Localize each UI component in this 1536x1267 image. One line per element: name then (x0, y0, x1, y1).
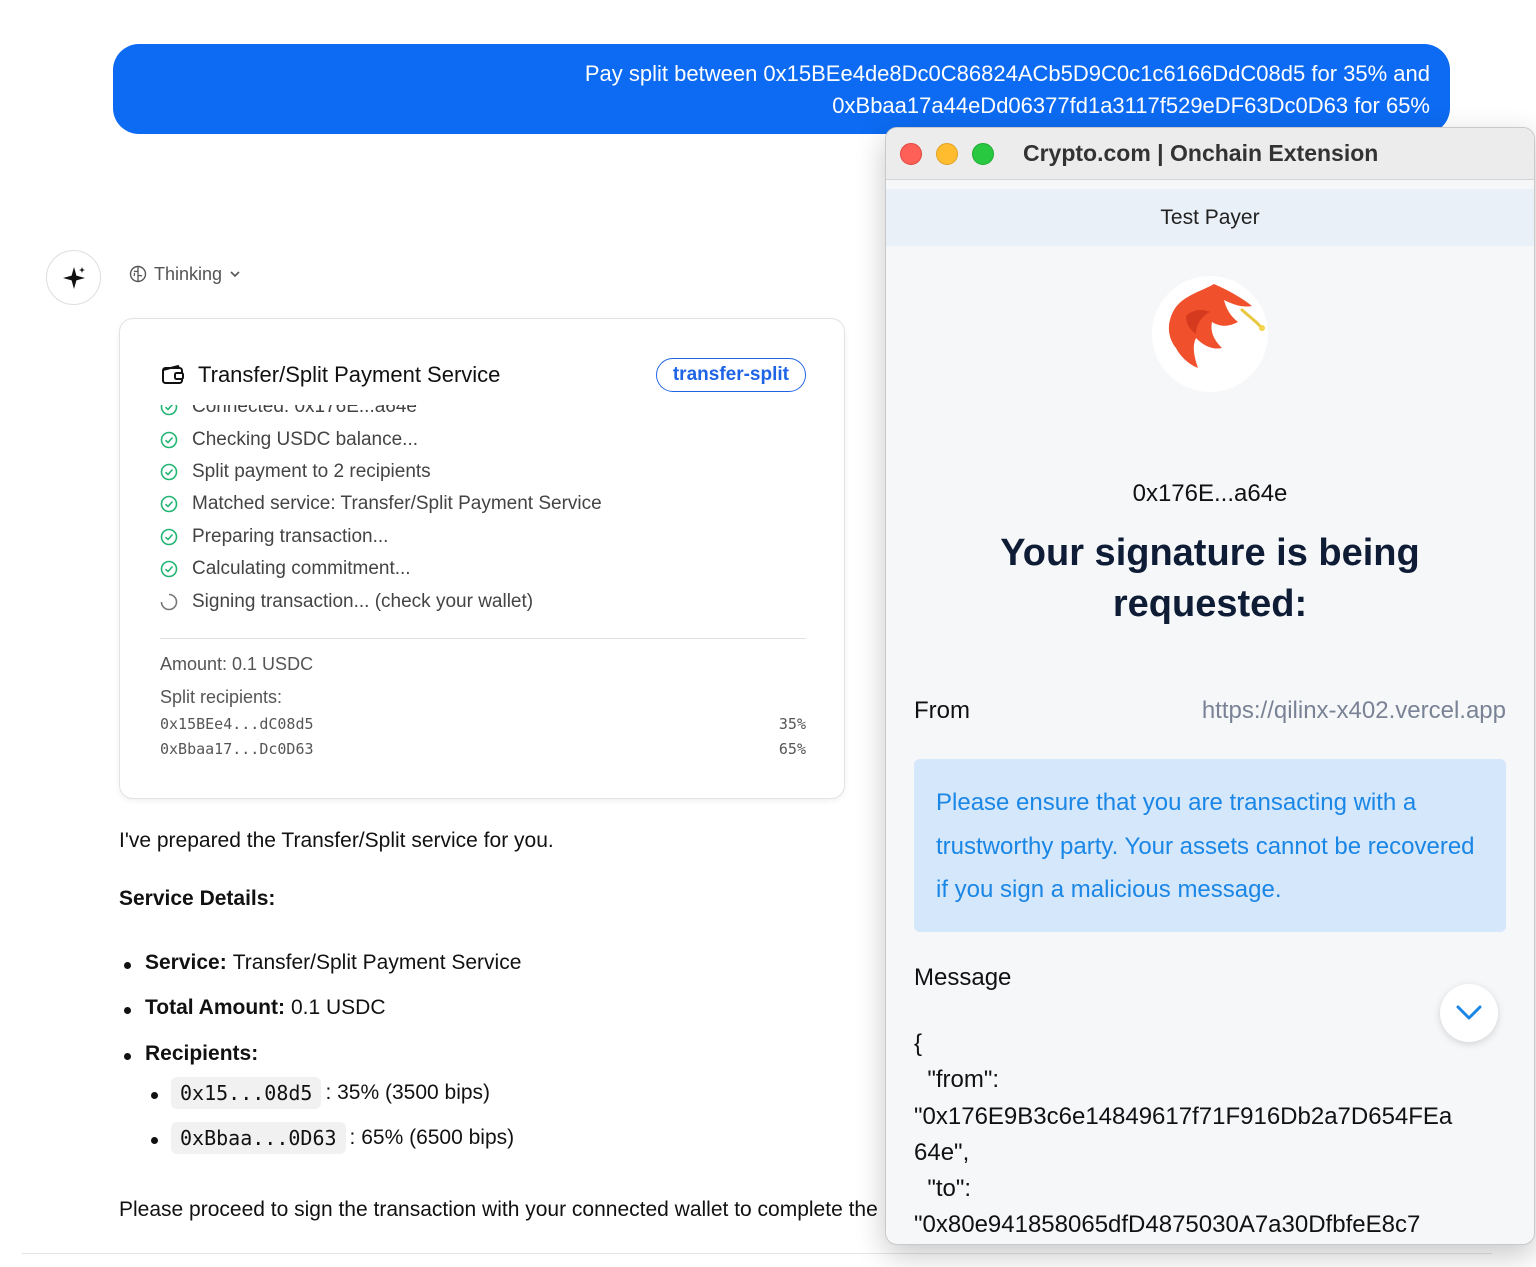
recipient-share: : 35% (3500 bips) (325, 1081, 491, 1104)
user-message-line-1: Pay split between 0x15BEe4de8Dc0C86824AC… (584, 61, 1430, 86)
user-message-line-2: 0xBbaa17a44eDd06377fd1a3117f529eDF63Dc0D… (832, 93, 1430, 118)
step-label: Matched service: Transfer/Split Payment … (192, 493, 602, 515)
step-label: Split payment to 2 recipients (192, 460, 431, 482)
service-card: Transfer/Split Payment Service transfer-… (119, 318, 845, 799)
wallet-address: 0x176E...a64e (1132, 480, 1288, 507)
step-label: Connected: 0x176E...a64e (192, 405, 418, 418)
loading-spinner-icon (160, 593, 178, 611)
total-key: Total Amount: (145, 996, 285, 1019)
bullet-dot (124, 1053, 131, 1060)
window-title: Crypto.com | Onchain Extension (1023, 140, 1379, 166)
total-value: 0.1 USDC (290, 996, 386, 1019)
step-item: Split payment to 2 recipients (160, 456, 808, 488)
check-circle-icon (160, 528, 178, 546)
service-tag-badge: transfer-split (655, 358, 806, 392)
check-circle-icon (160, 560, 178, 578)
recipient-list-item: 0x15...08d5 : 35% (3500 bips) (171, 1077, 490, 1109)
service-bullet: Service: Transfer/Split Payment Service (145, 951, 521, 975)
step-item: Checking USDC balance... (160, 423, 808, 455)
recipients-key: Recipients: (145, 1042, 259, 1065)
from-origin: https://qilinx-x402.vercel.app (1201, 697, 1506, 724)
step-item: Calculating commitment... (160, 553, 808, 585)
split-recipients-label: Split recipients: (160, 687, 283, 707)
service-details-heading: Service Details: (119, 887, 276, 910)
signature-heading: Your signature is being requested: (1000, 532, 1420, 625)
recipient-list-item: 0xBbaa...0D63 : 65% (6500 bips) (171, 1122, 514, 1154)
minimize-window-button[interactable] (936, 143, 958, 165)
bullet-dot (151, 1137, 158, 1144)
recipient-row: 0xBbaa17...Dc0D63 65% (160, 740, 806, 762)
recipient-code: 0xBbaa...0D63 (171, 1122, 346, 1154)
bullet-dot (151, 1092, 158, 1099)
wallet-icon (162, 364, 184, 384)
total-bullet: Total Amount: 0.1 USDC (145, 996, 386, 1020)
user-message-bubble: Pay split between 0x15BEe4de8Dc0C86824AC… (113, 44, 1450, 134)
card-title: Transfer/Split Payment Service (198, 362, 501, 387)
recipients-bullet: Recipients: (145, 1042, 264, 1066)
step-label: Preparing transaction... (192, 525, 389, 547)
assistant-avatar (46, 250, 101, 305)
close-window-button[interactable] (900, 143, 922, 165)
card-divider (160, 638, 806, 639)
chevron-down-icon (1456, 1005, 1482, 1020)
chevron-down-icon (230, 271, 240, 278)
amount-text: Amount: 0.1 USDC (160, 654, 314, 674)
step-item: Signing transaction... (check your walle… (160, 585, 808, 617)
recipient-percent: 65% (778, 740, 806, 758)
response-final: Please proceed to sign the transaction w… (119, 1198, 889, 1221)
recipient-row: 0x15BEe4...dC08d5 35% (160, 715, 806, 737)
step-label: Checking USDC balance... (192, 428, 418, 450)
recipient-code: 0x15...08d5 (171, 1077, 322, 1109)
message-body[interactable]: { "from": "0x176E9B3c6e14849617f71F916Db… (914, 1026, 1514, 1244)
recipient-percent: 35% (778, 715, 806, 733)
brain-icon (129, 265, 147, 283)
dragon-logo-icon (1152, 276, 1268, 392)
step-label: Calculating commitment... (192, 558, 411, 580)
service-key: Service: (145, 951, 227, 974)
maximize-window-button[interactable] (972, 143, 994, 165)
response-intro: I've prepared the Transfer/Split service… (119, 829, 554, 852)
bullet-dot (124, 962, 131, 969)
account-name: Test Payer (1160, 205, 1260, 229)
check-circle-icon (160, 495, 178, 513)
steps-list[interactable]: Connected: 0x176E...a64e Checking USDC ba… (160, 405, 808, 623)
check-circle-icon (160, 431, 178, 449)
thinking-toggle[interactable]: Thinking (128, 262, 242, 286)
step-item: Connected: 0x176E...a64e (160, 405, 808, 423)
sparkle-icon (62, 266, 85, 289)
recipient-address: 0x15BEe4...dC08d5 (160, 715, 314, 733)
step-label: Signing transaction... (check your walle… (192, 590, 534, 612)
window-titlebar[interactable]: Crypto.com | Onchain Extension (886, 128, 1534, 180)
from-row: From https://qilinx-x402.vercel.app (914, 697, 1506, 725)
bullet-dot (124, 1007, 131, 1014)
step-item: Matched service: Transfer/Split Payment … (160, 488, 808, 520)
scroll-down-button[interactable] (1440, 984, 1498, 1042)
step-item: Preparing transaction... (160, 521, 808, 553)
recipient-share: : 65% (6500 bips) (349, 1126, 515, 1149)
card-header: Transfer/Split Payment Service transfer-… (160, 357, 806, 393)
thinking-label: Thinking (154, 263, 223, 284)
from-label: From (914, 697, 970, 724)
check-circle-icon (160, 405, 178, 416)
check-circle-icon (160, 463, 178, 481)
account-bar[interactable]: Test Payer (886, 189, 1534, 246)
service-value: Transfer/Split Payment Service (232, 951, 522, 974)
security-warning: Please ensure that you are transacting w… (914, 759, 1506, 932)
extension-window: Crypto.com | Onchain Extension Test Paye… (885, 127, 1535, 1245)
message-label: Message (914, 964, 1012, 991)
divider (22, 1253, 1492, 1254)
recipient-address: 0xBbaa17...Dc0D63 (160, 740, 314, 758)
